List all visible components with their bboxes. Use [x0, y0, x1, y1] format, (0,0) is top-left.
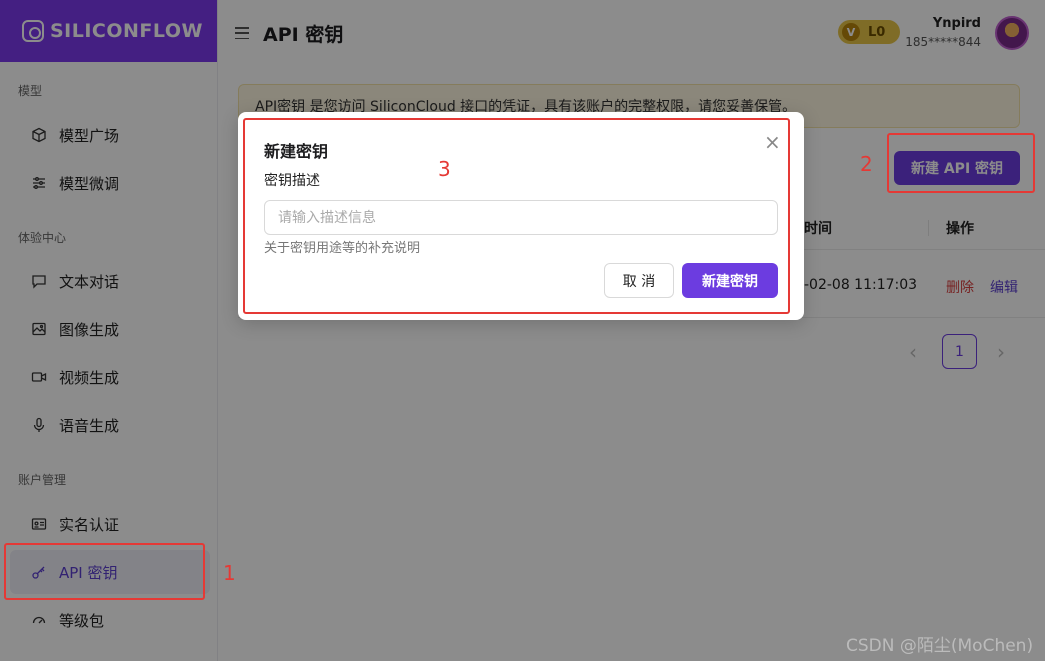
annotation-box-1 — [4, 543, 205, 600]
annotation-label-2: 2 — [860, 152, 873, 176]
annotation-label-1: 1 — [223, 561, 236, 585]
annotation-box-2 — [887, 133, 1035, 193]
watermark: CSDN @陌尘(MoChen) — [846, 636, 1034, 656]
annotation-box-3 — [243, 118, 790, 314]
annotation-label-3: 3 — [438, 157, 451, 181]
